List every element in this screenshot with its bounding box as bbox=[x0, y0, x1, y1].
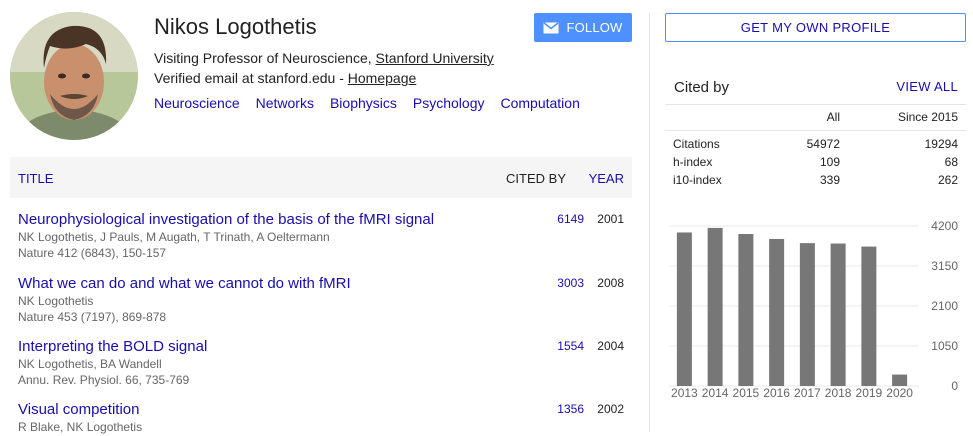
table-row: Interpreting the BOLD signal NK Logothet… bbox=[18, 338, 632, 388]
sort-by-title[interactable]: TITLE bbox=[18, 171, 53, 186]
bar-2016[interactable] bbox=[769, 238, 785, 386]
avatar-photo bbox=[10, 12, 138, 140]
y-tick-label: 0 bbox=[951, 379, 958, 393]
metric-label: i10-index bbox=[673, 173, 722, 187]
y-tick-label: 1050 bbox=[931, 339, 958, 353]
cited-by-heading: Cited by bbox=[674, 79, 730, 96]
article-authors: NK Logothetis bbox=[18, 294, 94, 308]
bar-2013[interactable] bbox=[676, 232, 692, 386]
interest-networks[interactable]: Networks bbox=[256, 95, 314, 111]
metric-label: Citations bbox=[673, 137, 720, 151]
col-since-header: Since 2015 bbox=[897, 110, 958, 124]
x-tick-label: 2018 bbox=[825, 386, 852, 400]
email-text: Verified email at stanford.edu - bbox=[154, 70, 348, 86]
x-tick-label: 2020 bbox=[886, 386, 913, 400]
cited-count[interactable]: 6149 bbox=[536, 212, 584, 226]
x-tick-label: 2016 bbox=[763, 386, 790, 400]
bar-2015[interactable] bbox=[738, 234, 754, 386]
articles-header: TITLE CITED BY YEAR bbox=[10, 157, 632, 198]
avatar bbox=[10, 12, 138, 140]
interest-computation[interactable]: Computation bbox=[500, 95, 579, 111]
table-row: Visual competition R Blake, NK Logotheti… bbox=[18, 401, 632, 435]
metric-since: 19294 bbox=[924, 137, 958, 151]
interest-neuroscience[interactable]: Neuroscience bbox=[154, 95, 240, 111]
metric-since: 262 bbox=[937, 173, 958, 187]
metric-all: 109 bbox=[819, 155, 840, 169]
cited-count[interactable]: 1356 bbox=[536, 402, 584, 416]
interest-tags: Neuroscience Networks Biophysics Psychol… bbox=[154, 95, 580, 111]
column-divider bbox=[649, 12, 650, 432]
bar-2018[interactable] bbox=[830, 243, 846, 386]
col-all-header: All bbox=[826, 110, 840, 124]
bar-2014[interactable] bbox=[707, 227, 723, 386]
x-tick-label: 2015 bbox=[733, 386, 760, 400]
affiliation: Visiting Professor of Neuroscience, Stan… bbox=[154, 50, 494, 66]
view-all-link[interactable]: VIEW ALL bbox=[896, 79, 958, 94]
cited-count[interactable]: 3003 bbox=[536, 276, 584, 290]
homepage-link[interactable]: Homepage bbox=[348, 70, 417, 86]
cited-count[interactable]: 1554 bbox=[536, 339, 584, 353]
follow-label: FOLLOW bbox=[566, 20, 623, 35]
article-authors: NK Logothetis, BA Wandell bbox=[18, 357, 162, 371]
bar-2017[interactable] bbox=[799, 243, 815, 386]
affiliation-prefix: Visiting Professor of Neuroscience, bbox=[154, 50, 376, 66]
y-tick-label: 3150 bbox=[931, 259, 958, 273]
metric-all: 54972 bbox=[806, 137, 840, 151]
affiliation-link[interactable]: Stanford University bbox=[376, 50, 494, 66]
metric-all: 339 bbox=[819, 173, 840, 187]
get-own-profile-button[interactable]: GET MY OWN PROFILE bbox=[665, 13, 966, 42]
sort-by-year[interactable]: YEAR bbox=[589, 171, 624, 186]
citations-bar-chart: 0 1050 2100 3150 4200 2013 2014 2015 2016 2017 201… bbox=[669, 219, 958, 400]
article-authors: NK Logothetis, J Pauls, M Augath, T Trin… bbox=[18, 230, 330, 244]
interest-biophysics[interactable]: Biophysics bbox=[330, 95, 397, 111]
article-year: 2008 bbox=[597, 276, 624, 290]
x-tick-label: 2017 bbox=[794, 386, 821, 400]
bar-2020[interactable] bbox=[892, 374, 908, 386]
article-venue: Nature 412 (6843), 150-157 bbox=[18, 246, 167, 260]
envelope-icon bbox=[543, 21, 559, 33]
table-row: Neurophysiological investigation of the … bbox=[18, 211, 632, 261]
follow-button[interactable]: FOLLOW bbox=[534, 13, 632, 42]
cited-by-rule bbox=[665, 130, 966, 131]
verified-email: Verified email at stanford.edu - Homepag… bbox=[154, 70, 416, 86]
x-tick-label: 2019 bbox=[856, 386, 883, 400]
bar-2019[interactable] bbox=[861, 246, 877, 386]
y-tick-label: 4200 bbox=[931, 219, 958, 233]
cited-by-rule bbox=[665, 104, 966, 105]
article-authors: R Blake, NK Logothetis bbox=[18, 420, 143, 434]
interest-psychology[interactable]: Psychology bbox=[413, 95, 485, 111]
sort-by-cited[interactable]: CITED BY bbox=[506, 171, 566, 186]
article-year: 2002 bbox=[597, 402, 624, 416]
article-venue: Annu. Rev. Physiol. 66, 735-769 bbox=[18, 373, 190, 387]
metric-label: h-index bbox=[673, 155, 713, 169]
article-year: 2004 bbox=[597, 339, 624, 353]
y-tick-label: 2100 bbox=[931, 299, 958, 313]
article-year: 2001 bbox=[597, 212, 624, 226]
profile-name: Nikos Logothetis bbox=[154, 14, 317, 39]
x-tick-label: 2013 bbox=[671, 386, 698, 400]
metric-since: 68 bbox=[944, 155, 958, 169]
table-row: What we can do and what we cannot do wit… bbox=[18, 275, 632, 325]
article-venue: Nature 453 (7197), 869-878 bbox=[18, 310, 167, 324]
x-tick-label: 2014 bbox=[702, 386, 729, 400]
